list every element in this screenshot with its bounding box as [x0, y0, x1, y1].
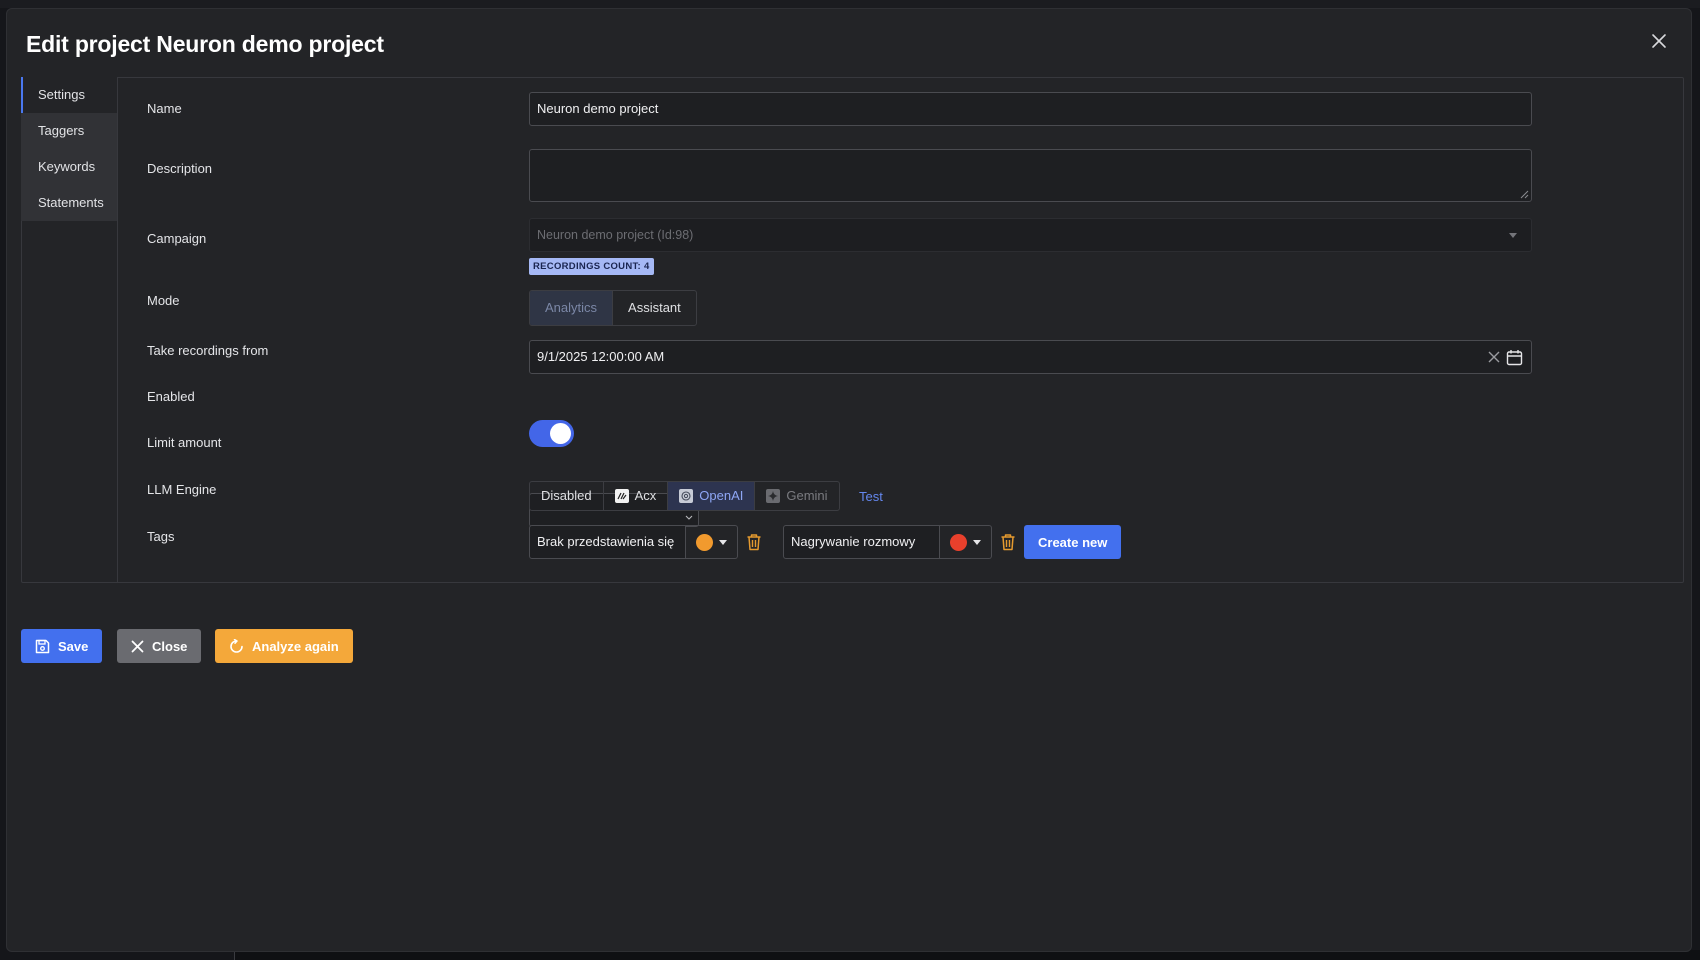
save-icon	[35, 639, 50, 653]
llm-acx-label: Acx	[634, 488, 657, 503]
trash-icon[interactable]	[1000, 533, 1016, 551]
openai-icon	[679, 489, 694, 503]
campaign-select: Neuron demo project (Id:98)	[529, 218, 1532, 252]
tag-color-picker[interactable]	[686, 525, 738, 559]
resize-grip-icon[interactable]	[1519, 189, 1529, 199]
chevron-down-icon	[973, 539, 981, 545]
mode-segment: Analytics Assistant	[529, 290, 697, 326]
description-textarea[interactable]	[529, 149, 1532, 202]
llm-segment: Disabled Acx OpenAI Gemini	[529, 481, 840, 511]
mode-label: Mode	[147, 293, 180, 308]
tags-row: Brak przedstawienia się Nagrywanie rozmo…	[529, 525, 1016, 559]
chevron-down-icon	[719, 539, 727, 545]
test-link[interactable]: Test	[859, 489, 883, 504]
tag-name-input[interactable]: Nagrywanie rozmowy	[783, 525, 940, 559]
enabled-label: Enabled	[147, 389, 195, 404]
tags-label: Tags	[147, 529, 175, 544]
recordings-count: RECORDINGS COUNT: 4	[529, 256, 654, 275]
llm-gemini-label: Gemini	[786, 488, 828, 503]
llm-gemini[interactable]: Gemini	[755, 482, 838, 510]
tag-color-picker[interactable]	[940, 525, 992, 559]
save-button[interactable]: Save	[21, 629, 103, 663]
close-label: Close	[152, 638, 188, 654]
gemini-icon	[766, 489, 781, 503]
mode-assistant[interactable]: Assistant	[613, 291, 696, 325]
side-tabs: Settings Taggers Keywords Statements	[21, 77, 118, 221]
create-new-tag-button[interactable]: Create new	[1024, 525, 1122, 559]
chevron-down-icon	[1509, 233, 1517, 238]
llm-disabled[interactable]: Disabled	[530, 482, 604, 510]
tag-color-swatch	[950, 533, 967, 551]
dialog-title: Edit project Neuron demo project	[26, 31, 384, 57]
analyze-again-label: Analyze again	[252, 638, 339, 654]
analyze-again-button[interactable]: Analyze again	[215, 629, 353, 663]
tag-name-input[interactable]: Brak przedstawienia się	[529, 525, 686, 559]
edit-project-dialog: Edit project Neuron demo project Setting…	[6, 8, 1692, 952]
limit-label: Limit amount	[147, 435, 222, 450]
recordings-count-badge: RECORDINGS COUNT: 4	[529, 258, 654, 275]
save-label: Save	[58, 638, 89, 654]
take-from-date-input[interactable]: 9/1/2025 12:00:00 AM	[529, 340, 1532, 374]
toggle-knob	[550, 423, 571, 444]
tab-taggers[interactable]: Taggers	[21, 113, 118, 149]
enabled-toggle[interactable]	[529, 420, 574, 447]
take-from-label: Take recordings from	[147, 343, 269, 358]
create-new-label: Create new	[1038, 534, 1108, 550]
llm-openai-label: OpenAI	[699, 488, 744, 503]
tab-statements[interactable]: Statements	[21, 185, 118, 221]
tag-color-swatch	[696, 533, 713, 551]
refresh-icon	[230, 638, 243, 653]
tab-keywords[interactable]: Keywords	[21, 149, 118, 185]
calendar-icon[interactable]	[1506, 349, 1523, 366]
llm-openai[interactable]: OpenAI	[668, 482, 756, 510]
app-topbar	[0, 0, 1700, 8]
close-icon	[131, 640, 144, 652]
close-icon[interactable]	[1649, 31, 1669, 51]
llm-disabled-label: Disabled	[541, 488, 592, 503]
clear-icon[interactable]	[1487, 350, 1501, 364]
llm-acx[interactable]: Acx	[604, 482, 669, 510]
description-label: Description	[147, 161, 213, 176]
take-from-value: 9/1/2025 12:00:00 AM	[537, 349, 665, 364]
name-label: Name	[147, 101, 182, 116]
acx-icon	[614, 489, 629, 503]
campaign-label: Campaign	[147, 231, 207, 246]
llm-label: LLM Engine	[147, 482, 217, 497]
name-input[interactable]: Neuron demo project	[529, 92, 1532, 126]
tab-settings[interactable]: Settings	[21, 77, 118, 113]
close-button[interactable]: Close	[117, 629, 202, 663]
mode-analytics[interactable]: Analytics	[530, 291, 614, 325]
campaign-value: Neuron demo project (Id:98)	[537, 228, 694, 242]
trash-icon[interactable]	[746, 533, 762, 551]
